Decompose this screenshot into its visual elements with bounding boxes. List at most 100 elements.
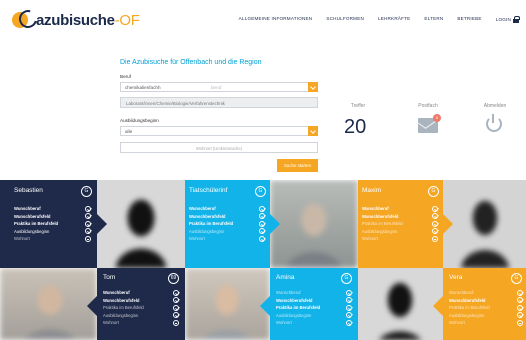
beruf-select[interactable]: chemikalienfachh beruf	[120, 82, 318, 92]
profile-card-vera[interactable]: Vera G Wunschberuf Wunschberufsfeld Prak…	[443, 268, 526, 340]
criteria-row: Wunschberufsfeld	[449, 297, 523, 305]
criteria-row: Praktika im Berufsfeld	[276, 304, 352, 312]
minus-icon	[173, 319, 179, 326]
check-icon	[259, 228, 265, 234]
beruf-placeholder: beruf	[211, 85, 222, 90]
minus-icon	[85, 235, 91, 242]
search-button[interactable]: Suche starten	[277, 159, 318, 172]
postfach-label: Postfach	[418, 103, 438, 109]
criteria-row: Wohnort	[449, 319, 523, 327]
check-icon	[259, 205, 265, 212]
nav-allgemeine-informationen[interactable]: ALLGEMEINE INFORMATIONEN	[239, 16, 313, 23]
criteria-row: Wunschberuf	[449, 289, 523, 297]
criteria-row: Praktika im Berufsfeld	[449, 304, 523, 312]
profile-grid: Sebastien G Wunschberuf Wunschberufsfeld…	[0, 180, 526, 340]
criteria-row: Wunschberufsfeld	[276, 297, 352, 305]
profile-criteria: Wunschberuf Wunschberufsfeld Praktika im…	[449, 289, 523, 327]
check-icon	[432, 220, 438, 227]
check-icon	[517, 297, 523, 303]
ausbildungsbeginn-select[interactable]: alle	[120, 126, 318, 136]
check-icon	[517, 289, 523, 296]
profile-badge: G	[81, 186, 92, 197]
ausbildungsbeginn-value: alle	[125, 129, 133, 134]
profile-criteria: Wunschberuf Wunschberufsfeld Praktika im…	[189, 205, 265, 243]
criteria-row: Praktika im Berufsfeld	[103, 304, 179, 312]
nav-login[interactable]: LOGIN	[496, 16, 520, 23]
check-icon	[346, 289, 352, 296]
profile-name: Sebastien	[14, 187, 43, 194]
mail-badge: 0	[433, 114, 441, 122]
profile-card-amina[interactable]: Amina G Wunschberuf Wunschberufsfeld Pra…	[270, 268, 358, 340]
criteria-row: Praktika im Berufsfeld	[362, 220, 438, 228]
check-icon	[173, 289, 179, 296]
site-logo[interactable]: azubisuche-OF	[10, 9, 140, 31]
check-icon	[85, 228, 91, 234]
profile-name: Tiatschülerinf	[189, 187, 228, 194]
beruf-suggestion-field[interactable]: Laborant/innen/Chemie/Biologie/Verfahren…	[120, 97, 318, 108]
logo-text: azubisuche-OF	[36, 11, 140, 29]
profile-photo[interactable]	[270, 180, 358, 268]
profile-name: Tom	[103, 274, 116, 281]
check-icon	[346, 304, 352, 311]
profile-badge: 69	[168, 273, 179, 284]
check-icon	[173, 304, 179, 311]
check-icon	[85, 220, 91, 227]
check-icon	[259, 235, 265, 242]
nav-eltern[interactable]: ELTERN	[424, 16, 443, 23]
criteria-row: Wunschberufsfeld	[14, 213, 91, 221]
criteria-row: Wohnort	[14, 235, 91, 243]
search-title: Die Azubisuche für Offenbach und die Reg…	[120, 59, 262, 66]
profile-criteria: Wunschberuf Wunschberufsfeld Praktika im…	[276, 289, 352, 327]
criteria-row: Ausbildungsbeginn	[103, 312, 179, 320]
check-icon	[173, 297, 179, 303]
profile-card-sebastien[interactable]: Sebastien G Wunschberuf Wunschberufsfeld…	[0, 180, 97, 268]
check-icon	[259, 220, 265, 227]
beruf-label: Beruf	[120, 74, 131, 79]
profile-card-maxim[interactable]: Maxim G Wunschberuf Wunschberufsfeld Pra…	[358, 180, 443, 268]
profile-badge: G	[511, 273, 522, 284]
minus-icon	[432, 235, 438, 242]
nav-schulformen[interactable]: SCHULFORMEN	[326, 16, 364, 23]
abmelden-label: Abmelden	[483, 103, 507, 109]
wohnort-input[interactable]: Wohnort (Umkreissuche)	[120, 142, 318, 153]
criteria-row: Wohnort	[276, 319, 352, 327]
profile-badge: G	[341, 273, 352, 284]
site-header: azubisuche-OF ALLGEMEINE INFORMATIONEN S…	[0, 0, 526, 40]
check-icon	[517, 312, 523, 318]
logo-icon	[10, 10, 36, 30]
profile-card-tom[interactable]: Tom 69 Wunschberuf Wunschberufsfeld Prak…	[97, 268, 185, 340]
profile-card-tiatschuelerinf[interactable]: Tiatschülerinf G Wunschberuf Wunschberuf…	[185, 180, 270, 268]
criteria-row: Wunschberufsfeld	[362, 213, 438, 221]
check-icon	[85, 205, 91, 212]
card-pointer	[260, 296, 270, 316]
chevron-down-icon[interactable]	[308, 82, 318, 92]
beruf-value: chemikalienfachh	[125, 85, 161, 90]
profile-badge: G	[428, 186, 439, 197]
chevron-down-icon[interactable]	[308, 126, 318, 136]
criteria-row: Ausbildungsbeginn	[189, 228, 265, 236]
nav-lehrkraefte[interactable]: LEHRKRÄFTE	[378, 16, 410, 23]
ausbildungsbeginn-label: Ausbildungsbeginn	[120, 118, 159, 123]
profile-photo[interactable]	[0, 268, 97, 340]
profile-criteria: Wunschberuf Wunschberufsfeld Praktika im…	[362, 205, 438, 243]
card-pointer	[443, 214, 453, 234]
profile-photo[interactable]	[97, 180, 185, 268]
card-pointer	[97, 214, 107, 234]
criteria-row: Wunschberufsfeld	[189, 213, 265, 221]
criteria-row: Wohnort	[189, 235, 265, 243]
profile-name: Vera	[449, 274, 463, 281]
profile-photo[interactable]	[185, 268, 270, 340]
criteria-row: Wunschberufsfeld	[103, 297, 179, 305]
check-icon	[432, 205, 438, 212]
power-icon[interactable]	[486, 114, 502, 132]
card-pointer	[433, 296, 443, 316]
profile-photo[interactable]	[358, 268, 443, 340]
criteria-row: Wunschberuf	[276, 289, 352, 297]
criteria-row: Wohnort	[362, 235, 438, 243]
treffer-count: 20	[344, 116, 367, 138]
criteria-row: Ausbildungsbeginn	[276, 312, 352, 320]
check-icon	[346, 319, 352, 326]
nav-betriebe[interactable]: BETRIEBE	[457, 16, 481, 23]
profile-photo[interactable]	[443, 180, 526, 268]
criteria-row: Ausbildungsbeginn	[362, 228, 438, 236]
